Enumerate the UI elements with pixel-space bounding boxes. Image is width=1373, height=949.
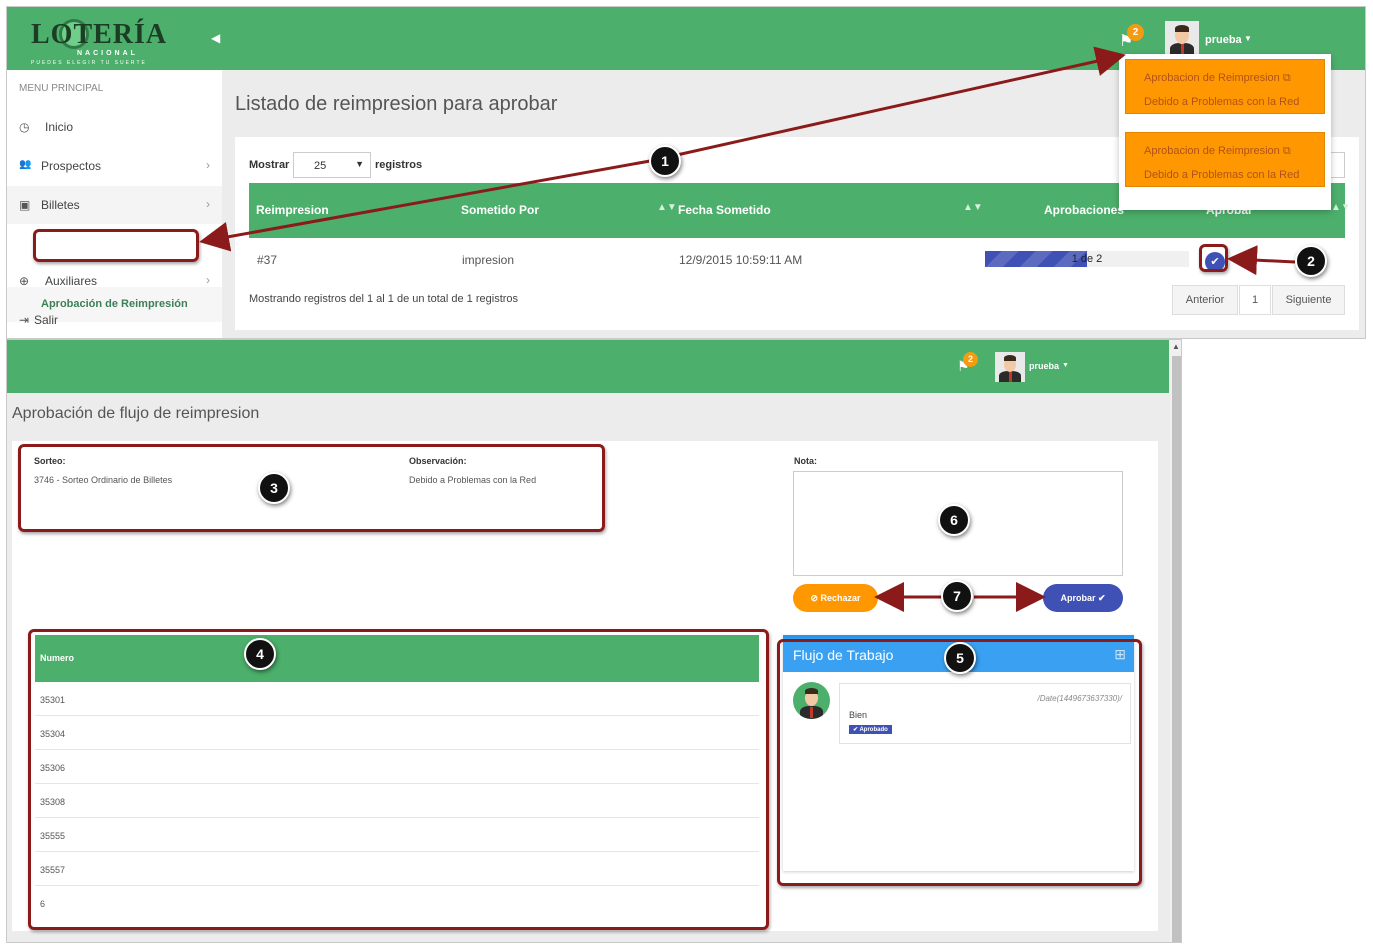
approvals-progress-bar: 1 de 2 (985, 251, 1189, 267)
pager-page-1[interactable]: 1 (1239, 285, 1271, 315)
user-avatar[interactable] (995, 352, 1025, 382)
users-icon: 👥 (19, 159, 32, 170)
chevron-right-icon: › (206, 273, 210, 287)
highlight-info-section (18, 444, 605, 532)
pager-prev-button[interactable]: Anterior (1172, 285, 1238, 315)
notification-count-badge: 2 (1127, 24, 1144, 41)
notifications-dropdown: Aprobacion de Reimpresion ⧉ Debido a Pro… (1119, 54, 1331, 210)
notification-subtitle: Debido a Problemas con la Red (1144, 169, 1300, 181)
dropdown-caret-icon: ▼ (355, 159, 364, 169)
notification-subtitle: Debido a Problemas con la Red (1144, 96, 1300, 108)
records-label: registros (375, 159, 423, 171)
sidebar-item-label: Auxiliares (45, 274, 98, 288)
notification-title: Aprobacion de Reimpresion ⧉ (1144, 145, 1291, 157)
col-sometido-por[interactable]: Sometido Por (461, 203, 539, 217)
cell-reimpresion: #37 (257, 253, 278, 267)
callout-3: 3 (258, 472, 290, 504)
username-label[interactable]: prueba (1029, 361, 1059, 371)
highlight-approve-check (1199, 244, 1228, 272)
pager-next-button[interactable]: Siguiente (1272, 285, 1345, 315)
callout-4: 4 (244, 638, 276, 670)
sidebar: MENU PRINCIPAL ◷ Inicio 👥 Prospectos › ▣… (7, 70, 222, 338)
page-size-select[interactable]: 25 ▼ (293, 152, 371, 178)
col-fecha-sometido[interactable]: Fecha Sometido (678, 203, 771, 217)
notification-title: Aprobacion de Reimpresion ⧉ (1144, 72, 1291, 84)
user-avatar[interactable] (1165, 21, 1199, 55)
sidebar-item-prospectos[interactable]: 👥 Prospectos › (7, 147, 222, 185)
callout-6: 6 (938, 504, 970, 536)
col-reimpresion[interactable]: Reimpresion (256, 203, 329, 217)
page-title: Aprobación de flujo de reimpresion (12, 405, 260, 422)
sort-icon[interactable]: ▲▼ (657, 202, 677, 213)
notification-count-badge: 2 (963, 352, 978, 367)
logo-word: LOTERÍA (31, 19, 168, 50)
notification-item[interactable]: Aprobacion de Reimpresion ⧉ Debido a Pro… (1125, 132, 1325, 187)
cell-fecha: 12/9/2015 10:59:11 AM (679, 253, 803, 267)
show-label: Mostrar (249, 159, 290, 171)
ticket-icon: ▣ (19, 198, 31, 212)
notification-item[interactable]: Aprobacion de Reimpresion ⧉ Debido a Pro… (1125, 59, 1325, 114)
highlight-workflow-panel (777, 639, 1142, 886)
highlight-sidebar-subitem (33, 229, 199, 262)
sidebar-item-inicio[interactable]: ◷ Inicio (7, 108, 222, 146)
sidebar-item-label: Prospectos (41, 159, 102, 173)
scroll-thumb[interactable] (1172, 356, 1181, 942)
external-link-icon: ⧉ (1282, 145, 1291, 157)
nota-label: Nota: (794, 456, 817, 466)
sort-icon[interactable]: ▲▼ (1331, 202, 1351, 213)
page-scrollbar[interactable]: ▲ (1170, 340, 1181, 942)
page-title: Listado de reimpresion para aprobar (235, 93, 558, 115)
callout-7: 7 (941, 580, 973, 612)
logo-tagline: PUEDES ELEGIR TU SUERTE (31, 60, 147, 66)
sort-icon[interactable]: ▲▼ (963, 202, 983, 213)
external-link-icon: ⧉ (1282, 72, 1291, 84)
username-label[interactable]: prueba (1205, 34, 1242, 46)
progress-label: 1 de 2 (1071, 253, 1103, 265)
chevron-right-icon: › (206, 158, 210, 172)
callout-1: 1 (649, 145, 681, 177)
sidebar-item-label: Billetes (41, 198, 80, 212)
clock-icon: ◷ (19, 120, 30, 134)
sidebar-item-salir[interactable]: ⇥ Salir (7, 301, 222, 338)
globe-icon: ⊕ (19, 274, 30, 288)
highlight-numbers-table (28, 629, 769, 930)
reprint-list-screenshot: LOTERÍA NACIONAL PUEDES ELEGIR TU SUERTE… (6, 6, 1366, 339)
user-menu-caret-icon[interactable]: ▼ (1062, 362, 1069, 369)
page-size-value: 25 (314, 160, 327, 172)
loteria-logo[interactable]: LOTERÍA NACIONAL PUEDES ELEGIR TU SUERTE (31, 15, 171, 66)
top-navbar: ⚑ 2 prueba ▼ (7, 340, 1169, 393)
sidebar-item-billetes[interactable]: ▣ Billetes › (7, 186, 222, 224)
col-aprobaciones[interactable]: Aprobaciones (1044, 203, 1124, 217)
table-footer-info: Mostrando registros del 1 al 1 de un tot… (249, 293, 519, 305)
sidebar-collapse-icon[interactable]: ◀ (211, 31, 220, 45)
callout-2: 2 (1295, 245, 1327, 277)
callout-5: 5 (944, 642, 976, 674)
user-menu-caret-icon[interactable]: ▼ (1244, 34, 1252, 43)
scroll-up-icon[interactable]: ▲ (1172, 342, 1180, 351)
sidebar-item-label: Inicio (45, 120, 74, 134)
sign-out-icon: ⇥ (19, 313, 30, 327)
reject-button[interactable]: ⊘ Rechazar (793, 584, 878, 612)
sidebar-item-auxiliares[interactable]: ⊕ Auxiliares › (7, 262, 222, 300)
cell-sometido-por: impresion (462, 253, 515, 267)
logo-subtitle: NACIONAL (77, 50, 138, 57)
approve-button[interactable]: Aprobar ✔ (1043, 584, 1123, 612)
sidebar-title: MENU PRINCIPAL (19, 83, 104, 94)
chevron-down-icon: › (206, 197, 210, 211)
sidebar-item-label: Salir (34, 313, 59, 327)
